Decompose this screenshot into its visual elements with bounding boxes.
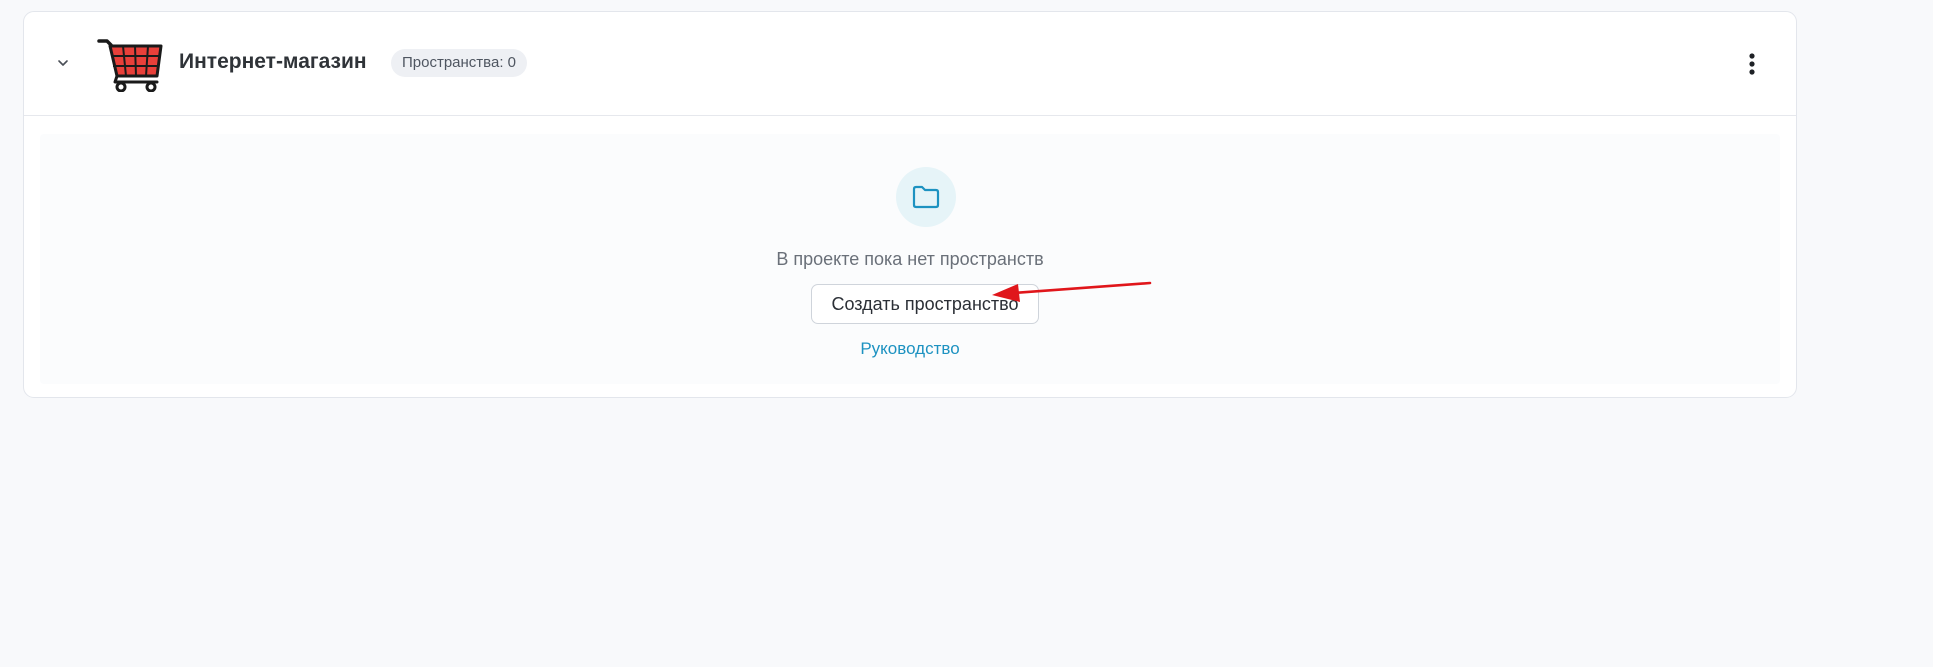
project-title: Интернет-магазин bbox=[179, 50, 367, 73]
shopping-cart-icon bbox=[97, 36, 163, 93]
empty-state-panel: В проекте пока нет пространств Создать п… bbox=[40, 134, 1780, 384]
project-header: Интернет-магазин Пространства: 0 bbox=[24, 12, 1796, 116]
create-space-button[interactable]: Создать пространство bbox=[811, 284, 1039, 324]
chevron-down-icon[interactable] bbox=[52, 52, 74, 74]
project-card: Интернет-магазин Пространства: 0 В проек… bbox=[23, 11, 1797, 398]
spaces-count-badge: Пространства: 0 bbox=[391, 49, 527, 77]
folder-icon bbox=[896, 167, 956, 227]
empty-state-message: В проекте пока нет пространств bbox=[776, 249, 1044, 269]
kebab-menu-icon[interactable] bbox=[1742, 50, 1762, 78]
guide-link[interactable]: Руководство bbox=[40, 339, 1780, 359]
